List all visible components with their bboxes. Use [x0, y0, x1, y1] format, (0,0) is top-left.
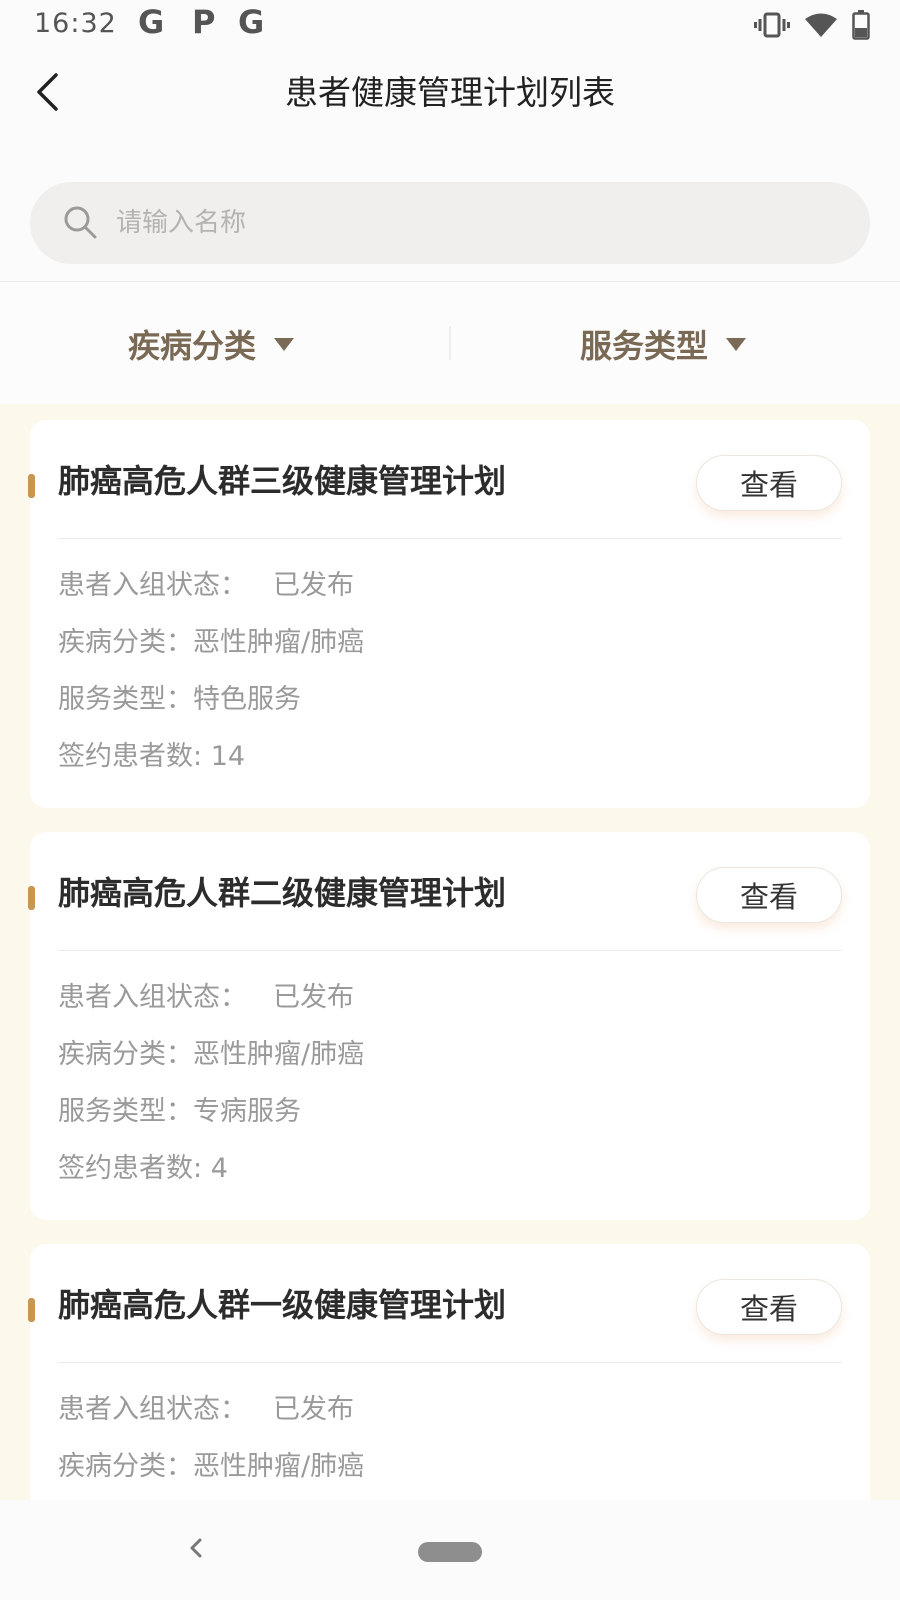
battery-icon	[852, 10, 870, 40]
google-notification-icon: G	[238, 3, 265, 41]
screen: 16:32 G P G 患者健康管理计划列表 请输入名称 疾病分类 服务类型 肺…	[0, 0, 900, 1600]
p-notification-icon: P	[192, 3, 216, 41]
view-button[interactable]: 查看	[696, 867, 842, 923]
card-divider	[58, 950, 842, 951]
signed-patients-row: 签约患者数: 14	[58, 737, 245, 777]
service-type-filter-label: 服务类型	[580, 327, 709, 365]
service-type-row: 服务类型：专病服务	[58, 1092, 301, 1132]
enrollment-status-value: 已发布	[273, 1394, 354, 1425]
google-notification-icon: G	[138, 3, 165, 41]
vibrate-icon	[754, 12, 790, 38]
service-type-filter[interactable]: 服务类型	[580, 322, 747, 366]
disease-category-value: 恶性肿瘤/肺癌	[193, 1451, 365, 1482]
filter-divider	[449, 326, 451, 360]
search-input[interactable]	[116, 200, 816, 246]
plan-card: 肺癌高危人群三级健康管理计划 查看 患者入组状态： 已发布 疾病分类：恶性肿瘤/肺…	[28, 420, 870, 808]
enrollment-status-value: 已发布	[273, 982, 354, 1013]
back-chevron-icon[interactable]	[26, 70, 70, 114]
signed-patients-label: 签约患者数:	[58, 1153, 211, 1184]
plan-title: 肺癌高危人群一级健康管理计划	[58, 1286, 507, 1324]
enrollment-status-label: 患者入组状态：	[58, 570, 247, 601]
card-accent-bar	[28, 474, 35, 498]
search-icon	[62, 204, 98, 240]
caret-down-icon	[274, 337, 295, 351]
signed-patients-value: 4	[210, 1153, 228, 1184]
search-bar[interactable]	[30, 182, 870, 264]
card-divider	[58, 538, 842, 539]
disease-category-row: 疾病分类：恶性肿瘤/肺癌	[58, 1447, 364, 1487]
enrollment-status-label: 患者入组状态：	[58, 1394, 247, 1425]
disease-category-value: 恶性肿瘤/肺癌	[193, 1039, 365, 1070]
status-right-icons	[754, 8, 870, 42]
plan-card: 肺癌高危人群二级健康管理计划 查看 患者入组状态： 已发布 疾病分类：恶性肿瘤/肺…	[28, 832, 870, 1220]
caret-down-icon	[726, 337, 747, 351]
filter-bar: 疾病分类 服务类型	[0, 282, 900, 404]
plan-title: 肺癌高危人群三级健康管理计划	[58, 462, 507, 500]
disease-category-label: 疾病分类：	[58, 1039, 193, 1070]
enrollment-status-row: 患者入组状态： 已发布	[58, 978, 354, 1018]
card-accent-bar	[28, 1298, 35, 1322]
wifi-icon	[804, 12, 838, 38]
status-time: 16:32	[34, 8, 117, 39]
service-type-value: 特色服务	[193, 684, 301, 715]
plan-list[interactable]: 肺癌高危人群三级健康管理计划 查看 患者入组状态： 已发布 疾病分类：恶性肿瘤/肺…	[0, 404, 900, 1500]
status-bar: 16:32 G P G	[0, 0, 900, 50]
enrollment-status-label: 患者入组状态：	[58, 982, 247, 1013]
enrollment-status-row: 患者入组状态： 已发布	[58, 1390, 354, 1430]
home-pill-icon[interactable]	[418, 1542, 482, 1562]
system-nav-bar	[0, 1500, 900, 1600]
signed-patients-value: 14	[210, 741, 246, 772]
page-title: 患者健康管理计划列表	[285, 73, 615, 112]
signed-patients-label: 签约患者数:	[58, 741, 211, 772]
signed-patients-row: 签约患者数: 4	[58, 1149, 228, 1189]
service-type-value: 专病服务	[193, 1096, 301, 1127]
view-button[interactable]: 查看	[696, 1279, 842, 1335]
service-type-label: 服务类型：	[58, 684, 193, 715]
system-back-icon[interactable]	[180, 1528, 212, 1568]
service-type-label: 服务类型：	[58, 1096, 193, 1127]
disease-category-value: 恶性肿瘤/肺癌	[193, 627, 365, 658]
disease-category-row: 疾病分类：恶性肿瘤/肺癌	[58, 1035, 364, 1075]
disease-category-row: 疾病分类：恶性肿瘤/肺癌	[58, 623, 364, 663]
disease-category-label: 疾病分类：	[58, 1451, 193, 1482]
view-button[interactable]: 查看	[696, 455, 842, 511]
service-type-row: 服务类型：特色服务	[58, 680, 301, 720]
card-divider	[58, 1362, 842, 1363]
disease-category-filter-label: 疾病分类	[128, 327, 257, 365]
enrollment-status-row: 患者入组状态： 已发布	[58, 566, 354, 606]
disease-category-filter[interactable]: 疾病分类	[128, 322, 295, 366]
enrollment-status-value: 已发布	[273, 570, 354, 601]
plan-title: 肺癌高危人群二级健康管理计划	[58, 874, 507, 912]
disease-category-label: 疾病分类：	[58, 627, 193, 658]
card-accent-bar	[28, 886, 35, 910]
plan-card: 肺癌高危人群一级健康管理计划 查看 患者入组状态： 已发布 疾病分类：恶性肿瘤/肺…	[28, 1244, 870, 1500]
